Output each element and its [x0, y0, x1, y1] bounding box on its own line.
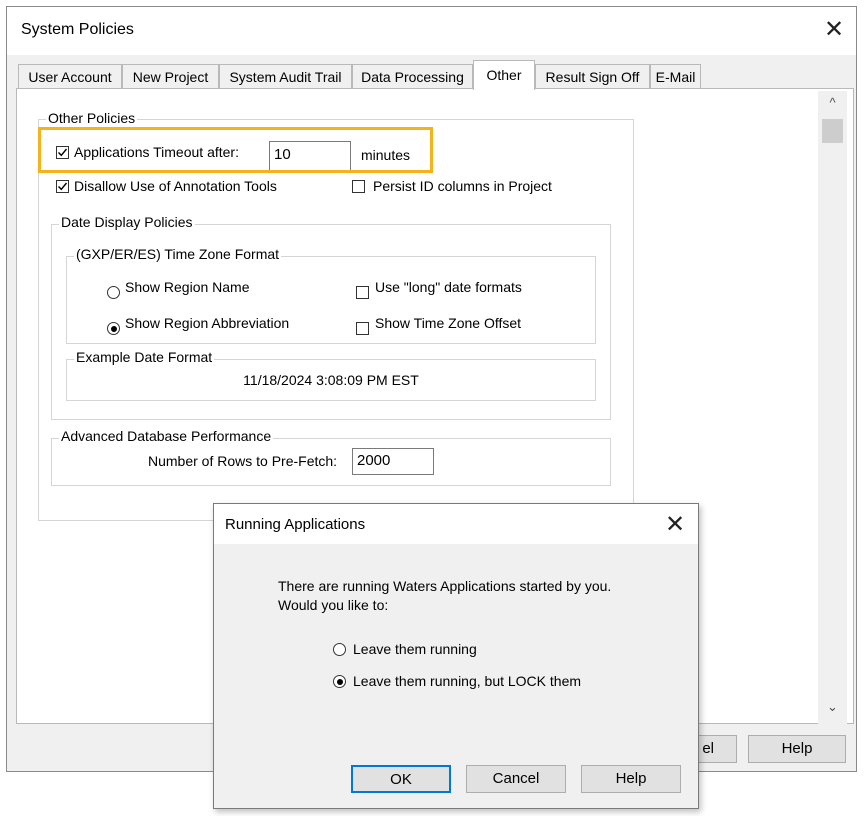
tab-new-project[interactable]: New Project [122, 64, 219, 89]
radio-leave-running-lock-label: Leave them running, but LOCK them [353, 673, 582, 689]
dialog-title: System Policies [21, 21, 134, 38]
scroll-down-icon[interactable]: ⌄ [818, 697, 847, 717]
radio-region-name[interactable] [107, 286, 120, 299]
ok-button[interactable]: OK [351, 765, 451, 793]
db-performance-label: Advanced Database Performance [59, 428, 274, 444]
running-applications-dialog: Running Applications ✕ There are running… [213, 503, 699, 809]
example-date-value: 11/18/2024 3:08:09 PM EST [243, 372, 419, 388]
tab-user-account[interactable]: User Account [18, 64, 122, 89]
popup-message-line2: Would you like to: [278, 597, 389, 613]
vertical-scrollbar[interactable]: ^ ⌄ [818, 91, 847, 724]
tab-system-audit-trail[interactable]: System Audit Trail [219, 64, 352, 89]
long-date-formats-checkbox[interactable] [356, 286, 369, 299]
radio-region-abbreviation[interactable] [107, 322, 120, 335]
tab-result-sign-off[interactable]: Result Sign Off [535, 64, 650, 89]
tab-e-mail[interactable]: E-Mail [650, 64, 701, 89]
prefetch-input[interactable]: 2000 [352, 448, 434, 475]
timezone-format-label: (GXP/ER/ES) Time Zone Format [74, 246, 282, 262]
tab-other[interactable]: Other [473, 60, 535, 90]
time-zone-offset-checkbox[interactable] [356, 322, 369, 335]
popup-message-line1: There are running Waters Applications st… [278, 578, 612, 594]
scroll-up-icon[interactable]: ^ [818, 93, 847, 113]
prefetch-label: Number of Rows to Pre-Fetch: [148, 453, 338, 469]
persist-id-checkbox[interactable] [352, 180, 365, 193]
popup-close-icon[interactable]: ✕ [665, 513, 685, 537]
scrollbar-thumb[interactable] [822, 119, 843, 143]
example-date-label: Example Date Format [74, 349, 215, 365]
tab-data-processing[interactable]: Data Processing [352, 64, 473, 89]
disallow-annotation-label: Disallow Use of Annotation Tools [74, 178, 277, 194]
radio-leave-running-label: Leave them running [353, 641, 477, 657]
radio-region-name-label: Show Region Name [125, 279, 250, 295]
time-zone-offset-label: Show Time Zone Offset [375, 315, 522, 331]
other-policies-label: Other Policies [46, 110, 138, 126]
radio-leave-running-lock[interactable] [333, 675, 346, 688]
close-icon[interactable]: ✕ [824, 18, 844, 42]
long-date-formats-label: Use "long" date formats [375, 279, 522, 295]
help-button[interactable]: Help [748, 735, 846, 763]
popup-title-bar: Running Applications ✕ [214, 504, 698, 544]
popup-title: Running Applications [225, 516, 366, 533]
radio-leave-running[interactable] [333, 643, 346, 656]
highlight-box [38, 127, 433, 173]
radio-region-abbreviation-label: Show Region Abbreviation [125, 315, 290, 331]
disallow-annotation-checkbox[interactable] [56, 180, 69, 193]
popup-help-button[interactable]: Help [581, 765, 681, 793]
popup-cancel-button[interactable]: Cancel [466, 765, 566, 793]
date-display-label: Date Display Policies [59, 214, 195, 230]
title-bar: System Policies ✕ [7, 7, 856, 55]
persist-id-label: Persist ID columns in Project [373, 178, 552, 194]
